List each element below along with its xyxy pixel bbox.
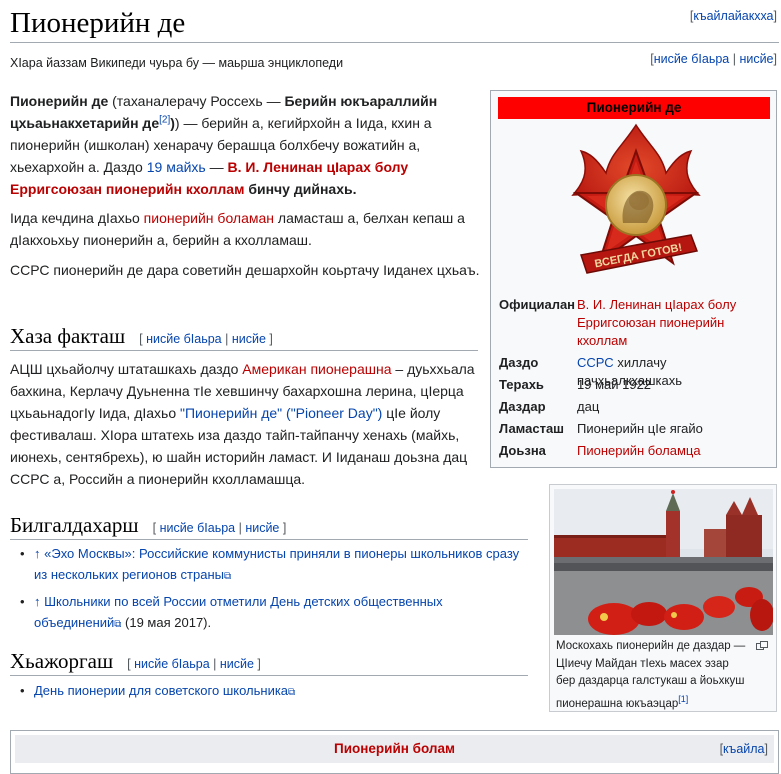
date-link[interactable]: 19 майхь xyxy=(147,159,206,175)
navbox-header: Пионерийн болам [къайла] xyxy=(15,735,774,763)
reference-link[interactable]: «Эхо Москвы»: Российские коммунисты прин… xyxy=(34,546,519,582)
facts-edit-source[interactable]: нисйе бІаьра xyxy=(146,332,222,346)
links-edit[interactable]: нисйе xyxy=(220,657,254,671)
american-pioneers-link[interactable]: Американ пионерашна xyxy=(242,361,391,377)
ref-2[interactable]: [2] xyxy=(159,114,170,125)
refs-edit[interactable]: нисйе xyxy=(245,521,279,535)
infobox-row-official: Официалан В. И. Ленинан цӀарах болу Ерри… xyxy=(499,296,773,352)
links-edit-source[interactable]: нисйе бІаьра xyxy=(134,657,210,671)
external-link-icon: ⧉ xyxy=(224,571,232,582)
section-divider xyxy=(10,675,528,676)
red-square-photo[interactable] xyxy=(554,489,773,635)
title-divider xyxy=(10,42,779,43)
infobox: Пионерийн де ВСЕГДА ГОТОВ! Официалан В. … xyxy=(490,90,777,468)
backlink-arrow[interactable]: ↑ xyxy=(34,594,41,609)
navbox: Пионерийн болам [къайла] xyxy=(10,730,779,774)
reference-item: ↑ «Эхо Москвы»: Российские коммунисты пр… xyxy=(18,543,528,587)
section-heading-links: Хьажоргаш[ нисйе бІаьра | нисйе ] xyxy=(10,649,261,673)
image-thumbnail: Москохахь пионерийн де даздар — ЦӀиечу М… xyxy=(549,484,777,712)
navbox-title[interactable]: Пионерийн болам xyxy=(15,741,774,756)
tagline: ХӀара йаззам Википеди чуьра бу — маьрша … xyxy=(10,56,344,70)
enlarge-icon[interactable] xyxy=(756,641,768,650)
top-edit-links: [нисйе бІаьра | нисйе] xyxy=(650,52,777,66)
external-link[interactable]: День пионерии для советского школьника xyxy=(34,683,288,698)
movement-link[interactable]: пионерийн боламан xyxy=(144,210,274,226)
languages-link[interactable]: [къайлайакхха] xyxy=(690,9,777,23)
infobox-related-link[interactable]: Пионерийн боламца xyxy=(577,442,773,460)
intro-paragraph-3: ССРС пионерийн де дара советийн дешархой… xyxy=(10,262,480,278)
infobox-official-link[interactable]: В. И. Ленинан цӀарах болу Ерригсоюзан пи… xyxy=(577,296,773,350)
external-link-icon: ⧉ xyxy=(288,687,296,698)
intro-paragraph-1: Пионерийн де (таханалерачу Россехь — Бер… xyxy=(10,93,438,197)
infobox-ussr-link[interactable]: ССРС xyxy=(577,355,614,370)
thumbnail-caption: Москохахь пионерийн де даздар — ЦӀиечу М… xyxy=(556,640,746,710)
navbox-toggle[interactable]: [къайла] xyxy=(720,742,768,756)
section-divider xyxy=(10,539,528,540)
external-link-item: День пионерии для советского школьника⧉ xyxy=(18,680,528,703)
section-heading-references: Билгалдахарш[ нисйе бІаьра | нисйе ] xyxy=(10,513,287,537)
page-title: Пионерийн де xyxy=(10,7,186,39)
reference-item: ↑ Школьники по всей России отметили День… xyxy=(18,591,528,635)
facts-paragraph: АЦШ цхьайолчу штаташкахь даздо Американ … xyxy=(10,361,475,487)
infobox-title: Пионерийн де xyxy=(498,97,770,119)
edit-source-link[interactable]: нисйе бІаьра xyxy=(654,52,730,66)
section-divider xyxy=(10,350,478,351)
ref-1[interactable]: [1] xyxy=(678,694,688,704)
pioneer-badge-image[interactable]: ВСЕГДА ГОТОВ! xyxy=(551,123,721,295)
references-list: ↑ «Эхо Москвы»: Российские коммунисты пр… xyxy=(18,543,528,639)
refs-edit-source[interactable]: нисйе бІаьра xyxy=(160,521,236,535)
reference-link[interactable]: Школьники по всей России отметили День д… xyxy=(34,594,443,630)
edit-link[interactable]: нисйе xyxy=(739,52,773,66)
section-heading-facts: Хаза факташ[ нисйе бІаьра | нисйе ] xyxy=(10,324,273,348)
intro-paragraph-2: Іида кечдина дІахьо пионерийн боламан ла… xyxy=(10,210,465,248)
facts-edit[interactable]: нисйе xyxy=(232,332,266,346)
backlink-arrow[interactable]: ↑ xyxy=(34,546,41,561)
pioneer-day-link[interactable]: "Пионерийн де" ("Pioneer Day") xyxy=(180,405,382,421)
external-links-list: День пионерии для советского школьника⧉ xyxy=(18,680,528,707)
